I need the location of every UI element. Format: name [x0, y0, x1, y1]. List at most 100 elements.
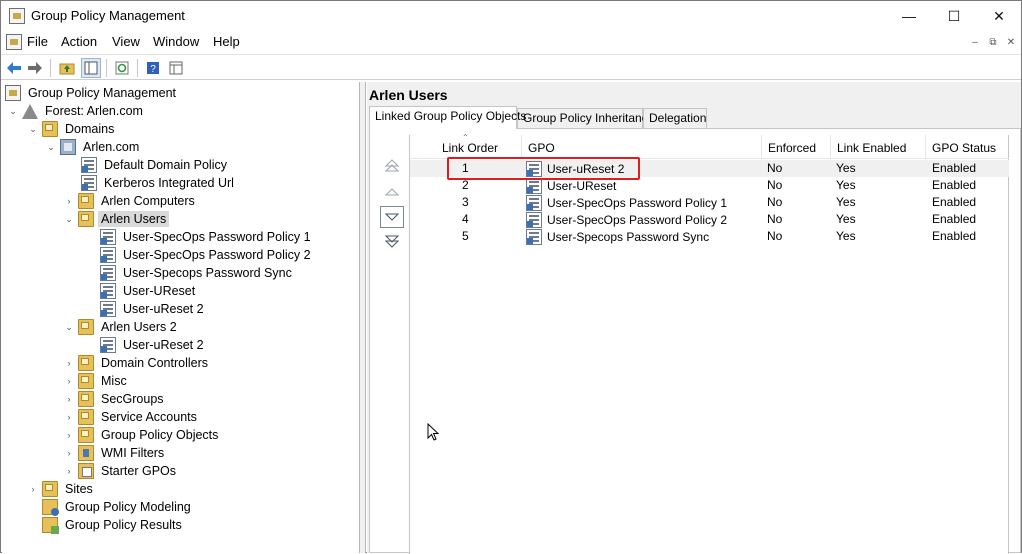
- table-row[interactable]: 3 User-SpecOps Password Policy 1 No Yes …: [410, 194, 1009, 211]
- tree-label: Domain Controllers: [101, 356, 208, 370]
- tree-node-domains[interactable]: ⌄ Domains: [27, 120, 117, 138]
- tree-node-gpo-link[interactable]: User-UReset: [100, 282, 198, 300]
- gpo-name: User-UReset: [547, 179, 617, 193]
- forward-arrow-icon[interactable]: [25, 58, 45, 78]
- gpo-link-icon: [100, 337, 116, 353]
- refresh-icon[interactable]: [112, 58, 132, 78]
- tree-node-gpo-link[interactable]: User-SpecOps Password Policy 2: [100, 246, 314, 264]
- tree-node-gpo-link[interactable]: User-SpecOps Password Policy 1: [100, 228, 314, 246]
- column-label: Link Order: [442, 141, 499, 155]
- collapse-chevron-icon[interactable]: ⌄: [27, 120, 39, 138]
- up-folder-icon[interactable]: [57, 58, 77, 78]
- tree-node-domain-controllers[interactable]: › Domain Controllers: [63, 354, 211, 372]
- tree-label: Group Policy Objects: [101, 428, 219, 442]
- menu-action[interactable]: Action: [61, 34, 97, 49]
- mdi-close-button[interactable]: ✕: [1003, 35, 1019, 49]
- expand-chevron-icon[interactable]: ›: [63, 192, 75, 210]
- table-row[interactable]: 4 User-SpecOps Password Policy 2 No Yes …: [410, 211, 1009, 228]
- cell-gpo-status: Enabled: [932, 229, 977, 243]
- tree-label: Arlen.com: [83, 140, 140, 154]
- results-icon: [42, 517, 59, 534]
- cell-link-enabled: Yes: [836, 178, 856, 192]
- column-header-link-order[interactable]: ⌃ Link Order: [410, 133, 522, 159]
- maximize-button[interactable]: ☐: [931, 1, 977, 31]
- column-header-gpo[interactable]: GPO: [522, 135, 762, 159]
- back-arrow-icon[interactable]: [4, 58, 24, 78]
- modeling-icon: [42, 499, 59, 516]
- tree-node-kerberos[interactable]: Kerberos Integrated Url: [81, 174, 237, 192]
- gpo-name: User-SpecOps Password Policy 1: [547, 196, 728, 210]
- linked-gpo-grid: ⌃ Link Order GPO Enforced Link Enabled G…: [409, 133, 1009, 554]
- tree-node-arlen-computers[interactable]: › Arlen Computers: [63, 192, 198, 210]
- table-row[interactable]: 5 User-Specops Password Sync No Yes Enab…: [410, 228, 1009, 245]
- expand-chevron-icon[interactable]: ›: [27, 480, 39, 498]
- ou-folder-icon: [78, 373, 94, 389]
- collapse-chevron-icon[interactable]: ⌄: [63, 210, 75, 228]
- tree-node-default-domain-policy[interactable]: Default Domain Policy: [81, 156, 230, 174]
- tree-label: Group Policy Management: [28, 86, 176, 100]
- tree-node-starter-gpos[interactable]: › Starter GPOs: [63, 462, 179, 480]
- menu-bar: File Action View Window Help: [1, 31, 1021, 53]
- tree-node-secgroups[interactable]: › SecGroups: [63, 390, 167, 408]
- cell-gpo-status: Enabled: [932, 178, 977, 192]
- tree-node-gpm-root[interactable]: Group Policy Management: [5, 84, 179, 102]
- expand-chevron-icon[interactable]: ›: [63, 372, 75, 390]
- collapse-chevron-icon[interactable]: ⌄: [7, 102, 19, 120]
- tree-node-arlen-users[interactable]: ⌄ Arlen Users: [63, 210, 170, 228]
- collapse-chevron-icon[interactable]: ⌄: [45, 138, 57, 156]
- minimize-button[interactable]: —: [886, 1, 932, 31]
- tree-node-arlen-users-2[interactable]: ⌄ Arlen Users 2: [63, 318, 180, 336]
- tree-node-group-policy-objects[interactable]: › Group Policy Objects: [63, 426, 221, 444]
- console-icon[interactable]: [6, 34, 22, 50]
- tab-delegation[interactable]: Delegation: [643, 108, 707, 128]
- menu-view[interactable]: View: [112, 34, 140, 49]
- move-to-bottom-icon[interactable]: [380, 231, 404, 253]
- gpm-root-icon: [5, 85, 21, 101]
- tab-linked-gpos[interactable]: Linked Group Policy Objects: [369, 106, 526, 129]
- move-to-top-icon[interactable]: [380, 155, 404, 177]
- tree-node-results[interactable]: Group Policy Results: [42, 516, 185, 534]
- expand-chevron-icon[interactable]: ›: [63, 354, 75, 372]
- tree-node-domain-arlen[interactable]: ⌄ Arlen.com: [45, 138, 142, 156]
- cell-gpo: User-SpecOps Password Policy 2: [526, 212, 727, 228]
- tree-node-misc[interactable]: › Misc: [63, 372, 130, 390]
- tab-inheritance[interactable]: Group Policy Inheritance: [517, 108, 654, 128]
- mdi-minimize-button[interactable]: –: [967, 35, 983, 49]
- show-hide-tree-icon[interactable]: [81, 58, 101, 78]
- tree-node-wmi-filters[interactable]: › WMI Filters: [63, 444, 167, 462]
- menu-file[interactable]: File: [27, 34, 48, 49]
- column-header-gpo-status[interactable]: GPO Status: [926, 135, 1009, 159]
- details-pane: Arlen Users Linked Group Policy Objects …: [367, 82, 1021, 554]
- expand-chevron-icon[interactable]: ›: [63, 462, 75, 480]
- cell-enforced: No: [767, 195, 783, 209]
- column-header-link-enabled[interactable]: Link Enabled: [831, 135, 926, 159]
- collapse-chevron-icon[interactable]: ⌄: [63, 318, 75, 336]
- gpm-window: Group Policy Management — ☐ ✕ File Actio…: [0, 0, 1022, 554]
- column-header-enforced[interactable]: Enforced: [762, 135, 831, 159]
- tree-node-sites[interactable]: › Sites: [27, 480, 96, 498]
- close-button[interactable]: ✕: [976, 1, 1022, 31]
- help-icon[interactable]: ?: [143, 58, 163, 78]
- tree-node-gpo-link[interactable]: User-uReset 2: [100, 336, 207, 354]
- cell-gpo-status: Enabled: [932, 195, 977, 209]
- pane-splitter[interactable]: [360, 82, 366, 553]
- mdi-restore-button[interactable]: ⧉: [985, 35, 1001, 49]
- tree-node-service-accounts[interactable]: › Service Accounts: [63, 408, 200, 426]
- tree-node-gpo-link[interactable]: User-Specops Password Sync: [100, 264, 295, 282]
- tree-node-forest[interactable]: ⌄ Forest: Arlen.com: [7, 102, 146, 120]
- menu-window[interactable]: Window: [153, 34, 199, 49]
- domain-icon: [60, 139, 76, 155]
- cell-link-order: 2: [462, 178, 469, 192]
- tree-node-modeling[interactable]: Group Policy Modeling: [42, 498, 194, 516]
- expand-chevron-icon[interactable]: ›: [63, 390, 75, 408]
- properties-icon[interactable]: [166, 58, 186, 78]
- cell-enforced: No: [767, 161, 783, 175]
- expand-chevron-icon[interactable]: ›: [63, 426, 75, 444]
- menu-help[interactable]: Help: [213, 34, 240, 49]
- tree-node-gpo-link[interactable]: User-uReset 2: [100, 300, 207, 318]
- title-bar: Group Policy Management — ☐ ✕: [1, 1, 1021, 31]
- move-down-icon[interactable]: [380, 206, 404, 228]
- expand-chevron-icon[interactable]: ›: [63, 408, 75, 426]
- move-up-icon[interactable]: [380, 181, 404, 203]
- expand-chevron-icon[interactable]: ›: [63, 444, 75, 462]
